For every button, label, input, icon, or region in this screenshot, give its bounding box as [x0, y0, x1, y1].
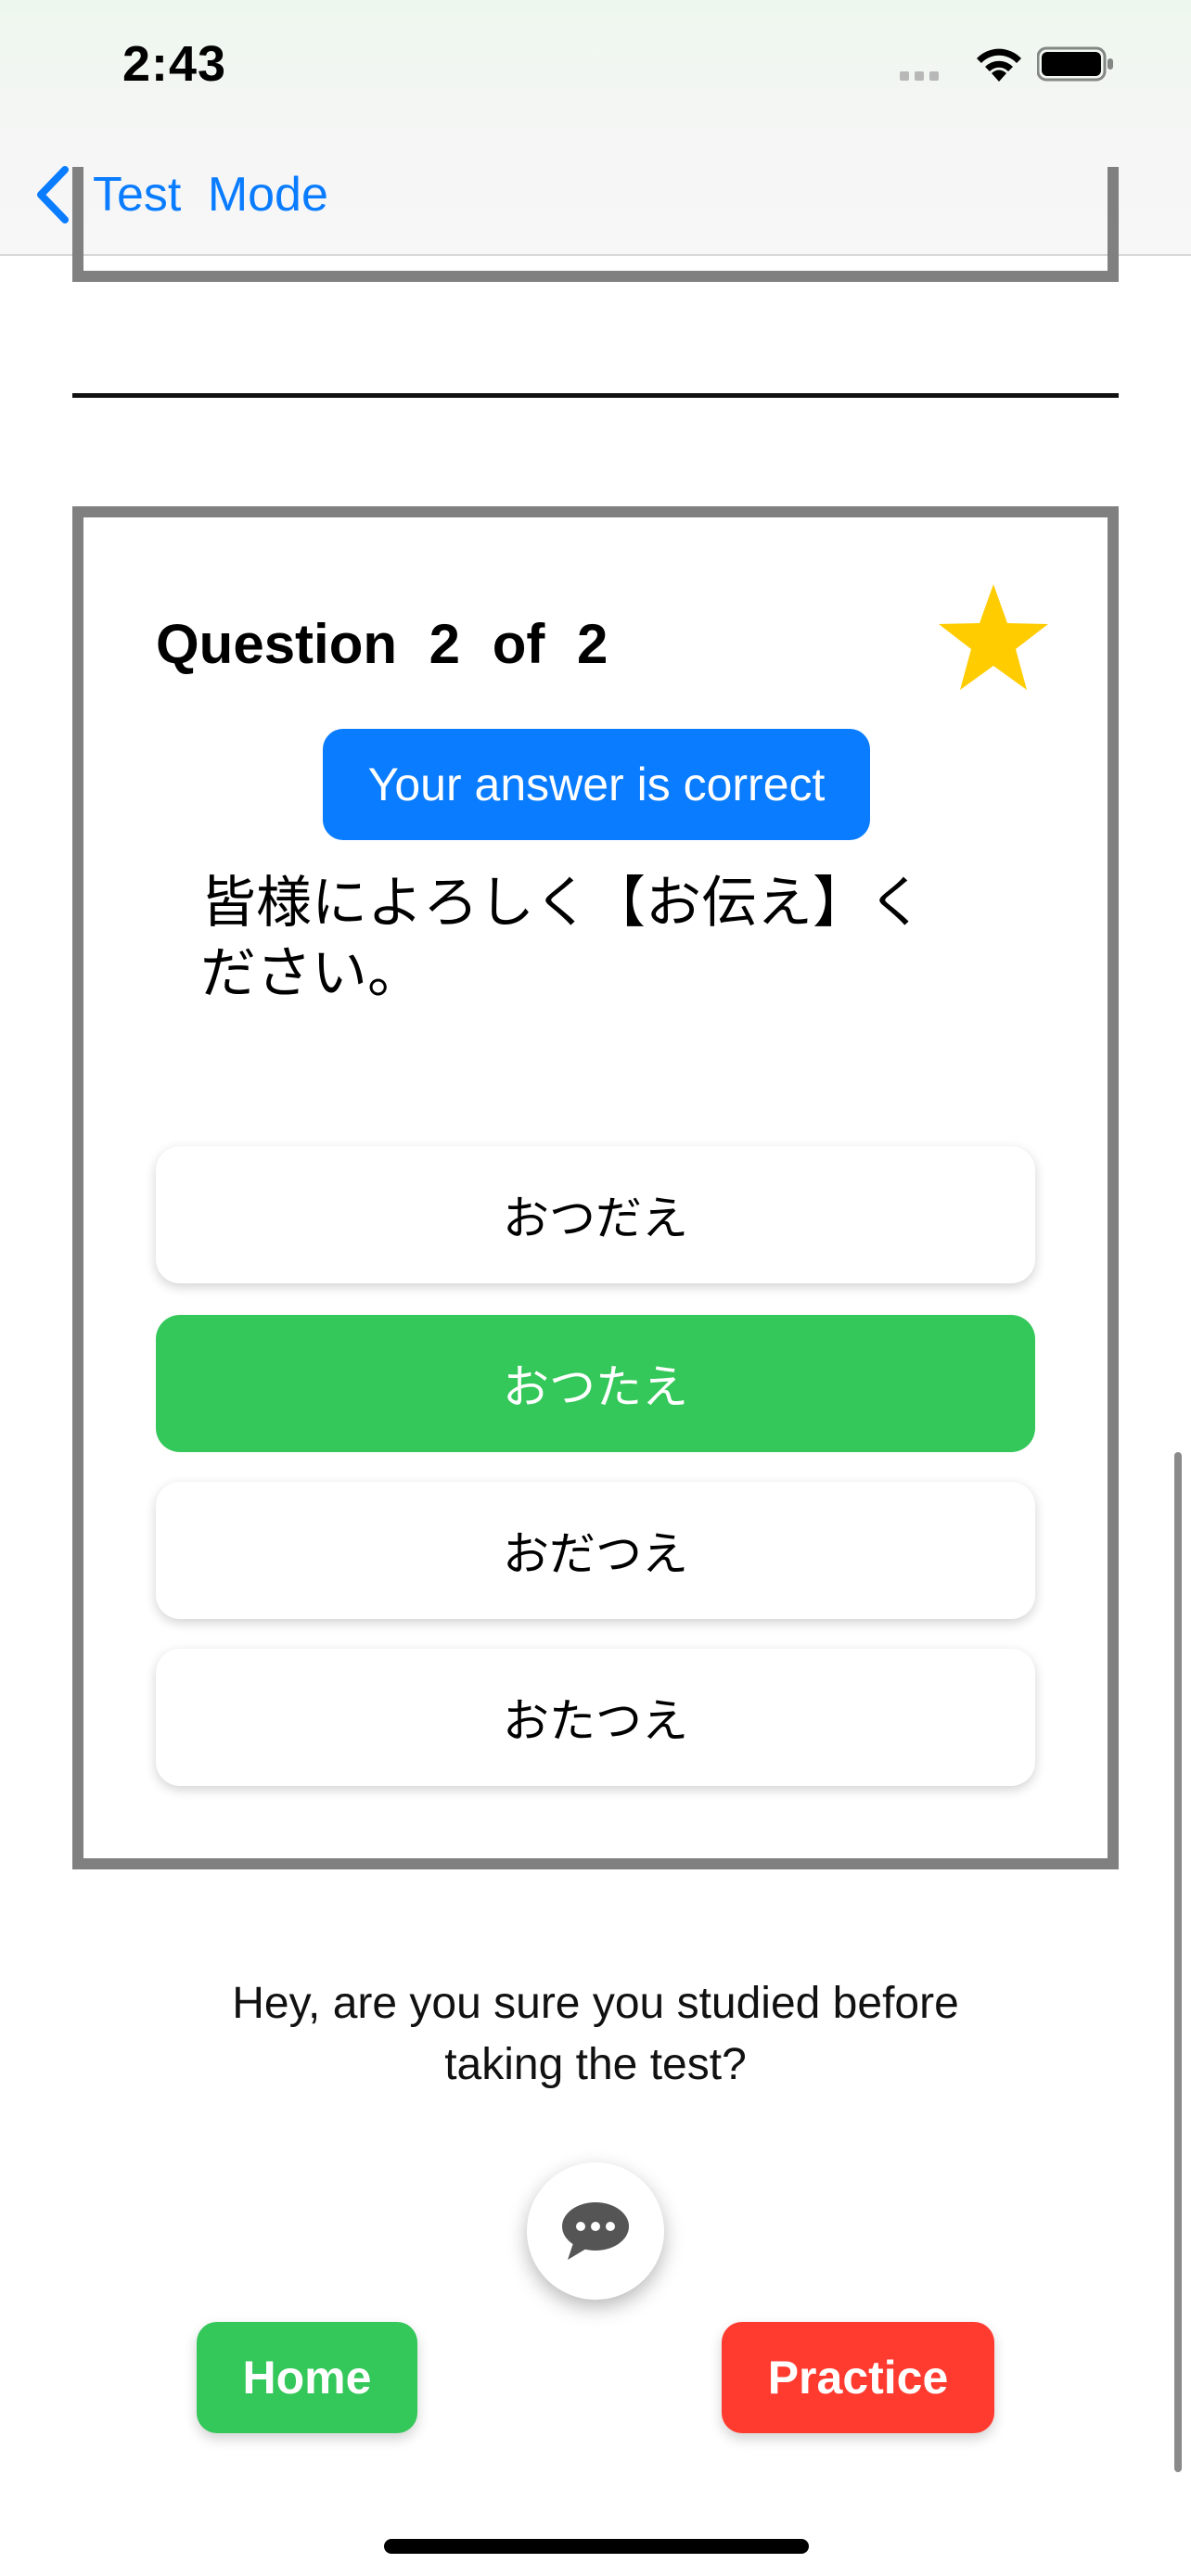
answer-option-1[interactable]: おつだえ — [156, 1146, 1035, 1283]
chat-button[interactable] — [527, 2162, 664, 2300]
previous-question-card — [72, 167, 1119, 282]
signal-icon — [900, 69, 957, 82]
status-time: 2:43 — [122, 36, 227, 92]
home-button[interactable]: Home — [197, 2322, 417, 2433]
answer-option-3[interactable]: おだつえ — [156, 1482, 1035, 1619]
divider — [72, 393, 1119, 398]
chat-bubble-icon — [562, 2202, 629, 2260]
star-icon[interactable] — [935, 580, 1052, 695]
practice-button[interactable]: Practice — [722, 2322, 994, 2433]
question-title: Question 2 of 2 — [156, 613, 608, 675]
feedback-message: Hey, are you sure you studied before tak… — [232, 1979, 959, 2089]
chevron-left-icon — [37, 166, 69, 223]
wifi-icon — [974, 45, 1024, 83]
home-indicator — [384, 2539, 809, 2554]
question-text: 皆様によろしく【お伝え】ください。 — [200, 871, 924, 1006]
battery-icon — [1036, 46, 1115, 82]
scrollbar[interactable] — [1174, 1452, 1182, 2472]
result-badge: Your answer is correct — [323, 729, 870, 840]
answer-option-4[interactable]: おたつえ — [156, 1649, 1035, 1786]
answer-option-2-correct[interactable]: おつたえ — [156, 1315, 1035, 1452]
